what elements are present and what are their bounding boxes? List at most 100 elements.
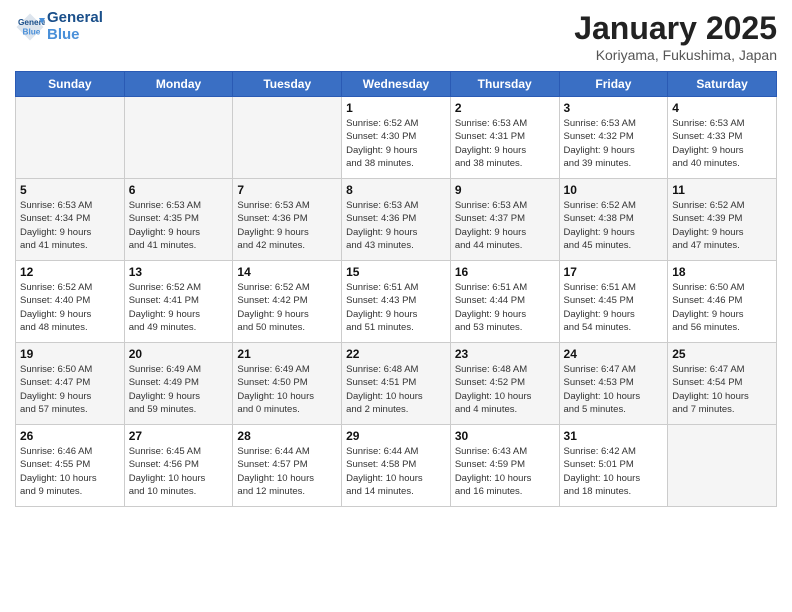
day-number: 23 xyxy=(455,347,555,361)
day-info: Sunrise: 6:53 AM Sunset: 4:33 PM Dayligh… xyxy=(672,117,772,170)
logo-icon: General Blue xyxy=(15,12,45,42)
day-number: 20 xyxy=(129,347,229,361)
day-number: 16 xyxy=(455,265,555,279)
day-info: Sunrise: 6:53 AM Sunset: 4:32 PM Dayligh… xyxy=(564,117,664,170)
calendar-cell: 16 Sunrise: 6:51 AM Sunset: 4:44 PM Dayli… xyxy=(450,261,559,343)
logo-text-line2: Blue xyxy=(47,27,103,44)
calendar-cell: 20Sunrise: 6:49 AM Sunset: 4:49 PM Dayli… xyxy=(124,343,233,425)
day-number: 8 xyxy=(346,183,446,197)
day-info: Sunrise: 6:53 AM Sunset: 4:31 PM Dayligh… xyxy=(455,117,555,170)
page-container: General Blue General Blue January 2025 K… xyxy=(0,0,792,512)
weekday-header-sunday: Sunday xyxy=(16,72,125,97)
weekday-header-tuesday: Tuesday xyxy=(233,72,342,97)
day-info: Sunrise: 6:51 AM Sunset: 4:43 PM Dayligh… xyxy=(346,281,446,334)
day-number: 11 xyxy=(672,183,772,197)
day-info: Sunrise: 6:52 AM Sunset: 4:30 PM Dayligh… xyxy=(346,117,446,170)
weekday-header-wednesday: Wednesday xyxy=(342,72,451,97)
calendar-week-3: 12 Sunrise: 6:52 AM Sunset: 4:40 PM Dayli… xyxy=(16,261,777,343)
calendar-cell: 9Sunrise: 6:53 AM Sunset: 4:37 PM Daylig… xyxy=(450,179,559,261)
day-info: Sunrise: 6:50 AM Sunset: 4:47 PM Dayligh… xyxy=(20,363,120,416)
svg-text:Blue: Blue xyxy=(23,27,41,36)
day-info: Sunrise: 6:51 AM Sunset: 4:44 PM Dayligh… xyxy=(455,281,555,334)
calendar-cell: 11 Sunrise: 6:52 AM Sunset: 4:39 PM Dayli… xyxy=(668,179,777,261)
calendar-cell: 12 Sunrise: 6:52 AM Sunset: 4:40 PM Dayli… xyxy=(16,261,125,343)
calendar-cell: 17 Sunrise: 6:51 AM Sunset: 4:45 PM Dayli… xyxy=(559,261,668,343)
logo-text-line1: General xyxy=(47,10,103,27)
day-number: 12 xyxy=(20,265,120,279)
day-number: 4 xyxy=(672,101,772,115)
day-number: 31 xyxy=(564,429,664,443)
day-info: Sunrise: 6:52 AM Sunset: 4:39 PM Dayligh… xyxy=(672,199,772,252)
day-number: 18 xyxy=(672,265,772,279)
calendar-cell: 15Sunrise: 6:51 AM Sunset: 4:43 PM Dayli… xyxy=(342,261,451,343)
calendar-cell: 5 Sunrise: 6:53 AM Sunset: 4:34 PM Daylig… xyxy=(16,179,125,261)
logo: General Blue General Blue xyxy=(15,10,103,43)
calendar-cell: 24Sunrise: 6:47 AM Sunset: 4:53 PM Dayli… xyxy=(559,343,668,425)
calendar-cell: 8 Sunrise: 6:53 AM Sunset: 4:36 PM Daylig… xyxy=(342,179,451,261)
calendar-cell: 30Sunrise: 6:43 AM Sunset: 4:59 PM Dayli… xyxy=(450,425,559,507)
day-number: 5 xyxy=(20,183,120,197)
calendar-cell: 4 Sunrise: 6:53 AM Sunset: 4:33 PM Daylig… xyxy=(668,97,777,179)
calendar-cell: 21Sunrise: 6:49 AM Sunset: 4:50 PM Dayli… xyxy=(233,343,342,425)
day-info: Sunrise: 6:44 AM Sunset: 4:58 PM Dayligh… xyxy=(346,445,446,498)
day-number: 22 xyxy=(346,347,446,361)
day-number: 9 xyxy=(455,183,555,197)
month-title: January 2025 xyxy=(574,10,777,47)
calendar-cell xyxy=(233,97,342,179)
calendar-cell xyxy=(124,97,233,179)
calendar-cell: 2 Sunrise: 6:53 AM Sunset: 4:31 PM Daylig… xyxy=(450,97,559,179)
day-number: 26 xyxy=(20,429,120,443)
day-info: Sunrise: 6:53 AM Sunset: 4:36 PM Dayligh… xyxy=(346,199,446,252)
day-info: Sunrise: 6:53 AM Sunset: 4:34 PM Dayligh… xyxy=(20,199,120,252)
day-number: 13 xyxy=(129,265,229,279)
day-info: Sunrise: 6:52 AM Sunset: 4:41 PM Dayligh… xyxy=(129,281,229,334)
day-number: 25 xyxy=(672,347,772,361)
day-info: Sunrise: 6:50 AM Sunset: 4:46 PM Dayligh… xyxy=(672,281,772,334)
calendar-cell: 10Sunrise: 6:52 AM Sunset: 4:38 PM Dayli… xyxy=(559,179,668,261)
calendar-week-4: 19 Sunrise: 6:50 AM Sunset: 4:47 PM Dayli… xyxy=(16,343,777,425)
day-number: 17 xyxy=(564,265,664,279)
day-info: Sunrise: 6:46 AM Sunset: 4:55 PM Dayligh… xyxy=(20,445,120,498)
day-number: 1 xyxy=(346,101,446,115)
calendar-week-5: 26 Sunrise: 6:46 AM Sunset: 4:55 PM Dayli… xyxy=(16,425,777,507)
day-number: 14 xyxy=(237,265,337,279)
day-number: 19 xyxy=(20,347,120,361)
calendar-cell: 3 Sunrise: 6:53 AM Sunset: 4:32 PM Daylig… xyxy=(559,97,668,179)
day-info: Sunrise: 6:53 AM Sunset: 4:36 PM Dayligh… xyxy=(237,199,337,252)
calendar-cell: 28Sunrise: 6:44 AM Sunset: 4:57 PM Dayli… xyxy=(233,425,342,507)
day-number: 10 xyxy=(564,183,664,197)
day-info: Sunrise: 6:42 AM Sunset: 5:01 PM Dayligh… xyxy=(564,445,664,498)
day-number: 21 xyxy=(237,347,337,361)
weekday-header-friday: Friday xyxy=(559,72,668,97)
day-number: 2 xyxy=(455,101,555,115)
weekday-header-thursday: Thursday xyxy=(450,72,559,97)
day-info: Sunrise: 6:52 AM Sunset: 4:40 PM Dayligh… xyxy=(20,281,120,334)
weekday-header-row: SundayMondayTuesdayWednesdayThursdayFrid… xyxy=(16,72,777,97)
calendar-cell: 7 Sunrise: 6:53 AM Sunset: 4:36 PM Daylig… xyxy=(233,179,342,261)
day-number: 29 xyxy=(346,429,446,443)
calendar-cell: 29 Sunrise: 6:44 AM Sunset: 4:58 PM Dayli… xyxy=(342,425,451,507)
day-info: Sunrise: 6:51 AM Sunset: 4:45 PM Dayligh… xyxy=(564,281,664,334)
day-number: 30 xyxy=(455,429,555,443)
day-number: 3 xyxy=(564,101,664,115)
day-info: Sunrise: 6:48 AM Sunset: 4:51 PM Dayligh… xyxy=(346,363,446,416)
weekday-header-monday: Monday xyxy=(124,72,233,97)
calendar-cell: 19 Sunrise: 6:50 AM Sunset: 4:47 PM Dayli… xyxy=(16,343,125,425)
calendar-cell: 31 Sunrise: 6:42 AM Sunset: 5:01 PM Dayli… xyxy=(559,425,668,507)
location-subtitle: Koriyama, Fukushima, Japan xyxy=(574,47,777,63)
calendar-cell: 25Sunrise: 6:47 AM Sunset: 4:54 PM Dayli… xyxy=(668,343,777,425)
title-block: January 2025 Koriyama, Fukushima, Japan xyxy=(574,10,777,63)
day-info: Sunrise: 6:44 AM Sunset: 4:57 PM Dayligh… xyxy=(237,445,337,498)
calendar-cell: 1 Sunrise: 6:52 AM Sunset: 4:30 PM Daylig… xyxy=(342,97,451,179)
weekday-header-saturday: Saturday xyxy=(668,72,777,97)
day-info: Sunrise: 6:47 AM Sunset: 4:53 PM Dayligh… xyxy=(564,363,664,416)
calendar-cell: 26 Sunrise: 6:46 AM Sunset: 4:55 PM Dayli… xyxy=(16,425,125,507)
calendar-cell: 27 Sunrise: 6:45 AM Sunset: 4:56 PM Dayli… xyxy=(124,425,233,507)
day-info: Sunrise: 6:45 AM Sunset: 4:56 PM Dayligh… xyxy=(129,445,229,498)
calendar-cell: 18 Sunrise: 6:50 AM Sunset: 4:46 PM Dayli… xyxy=(668,261,777,343)
day-number: 27 xyxy=(129,429,229,443)
page-header: General Blue General Blue January 2025 K… xyxy=(15,10,777,63)
calendar-cell: 23 Sunrise: 6:48 AM Sunset: 4:52 PM Dayli… xyxy=(450,343,559,425)
day-number: 7 xyxy=(237,183,337,197)
day-info: Sunrise: 6:48 AM Sunset: 4:52 PM Dayligh… xyxy=(455,363,555,416)
